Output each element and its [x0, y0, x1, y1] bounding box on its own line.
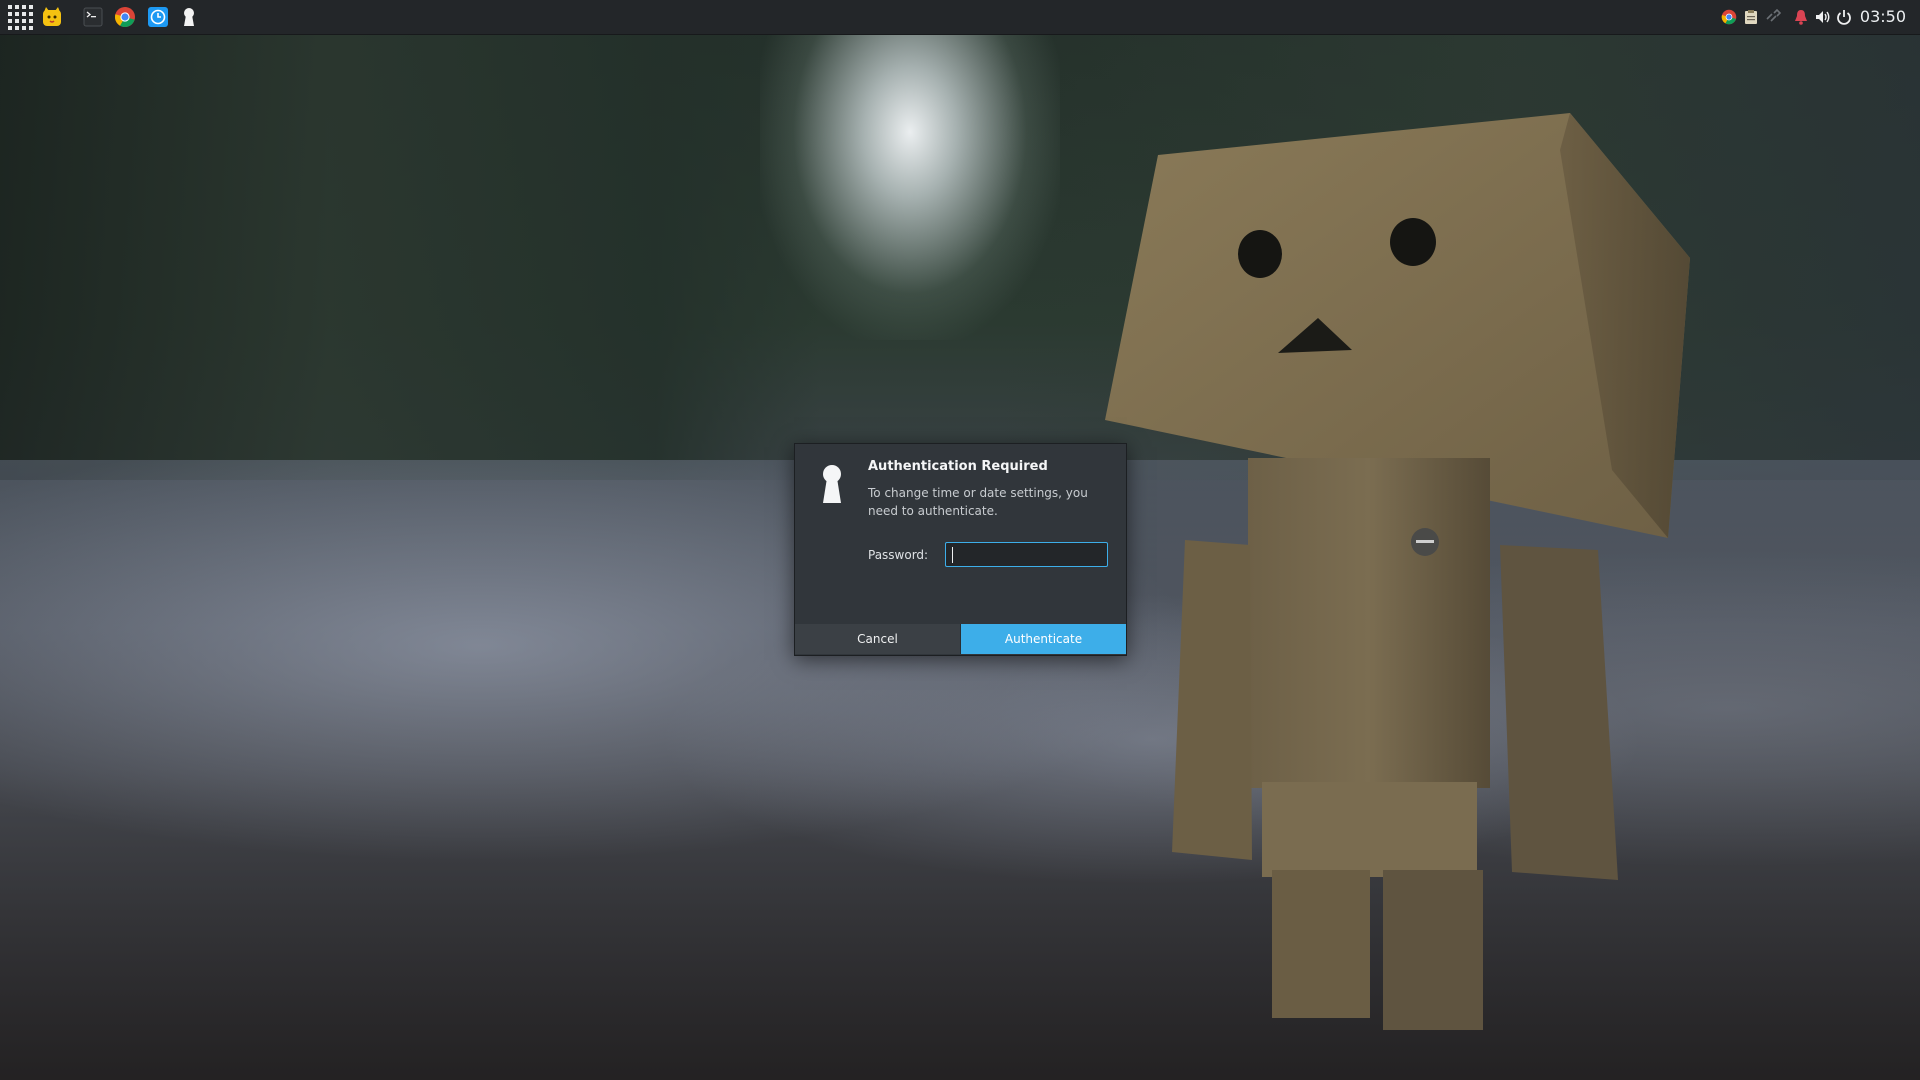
cancel-button[interactable]: Cancel [795, 624, 961, 654]
top-panel: 03:50 [0, 0, 1920, 35]
tray-volume[interactable] [1812, 0, 1834, 34]
network-icon [1766, 9, 1781, 22]
taskbar-app-clock[interactable] [145, 0, 171, 34]
tray-network[interactable] [1762, 0, 1784, 34]
tray-notifications[interactable] [1790, 0, 1812, 34]
clipboard-icon [1745, 10, 1757, 24]
taskbar-app-auth[interactable] [177, 0, 201, 34]
power-icon [1837, 10, 1851, 25]
keyhole-icon [823, 465, 841, 503]
tray-clipboard[interactable] [1740, 0, 1762, 34]
app-grid-icon [7, 4, 33, 30]
terminal-icon [83, 7, 103, 27]
dialog-message: To change time or date settings, you nee… [868, 486, 1088, 518]
authentication-dialog: Authentication Required To change time o… [794, 443, 1127, 656]
tray-chrome[interactable] [1718, 0, 1740, 34]
volume-icon [1816, 11, 1830, 23]
taskbar-app-chrome[interactable] [112, 0, 138, 34]
dialog-button-row: Cancel Authenticate [795, 624, 1126, 654]
authenticate-button[interactable]: Authenticate [961, 624, 1126, 654]
app-launcher-button[interactable] [3, 0, 37, 34]
chrome-icon [115, 7, 135, 28]
clock-app-icon [148, 7, 168, 27]
panel-clock[interactable]: 03:50 [1860, 0, 1906, 34]
tray-power[interactable] [1833, 0, 1855, 34]
password-input[interactable] [945, 542, 1108, 567]
taskbar-app-cat[interactable] [39, 0, 65, 34]
chrome-tray-icon [1721, 9, 1737, 25]
notification-bell-icon [1795, 10, 1807, 25]
text-cursor [952, 547, 953, 563]
taskbar-app-terminal[interactable] [80, 0, 106, 34]
keyhole-icon [184, 8, 194, 26]
cat-face-icon [43, 7, 61, 26]
dialog-title: Authentication Required [868, 459, 1048, 474]
password-label: Password: [868, 548, 929, 562]
